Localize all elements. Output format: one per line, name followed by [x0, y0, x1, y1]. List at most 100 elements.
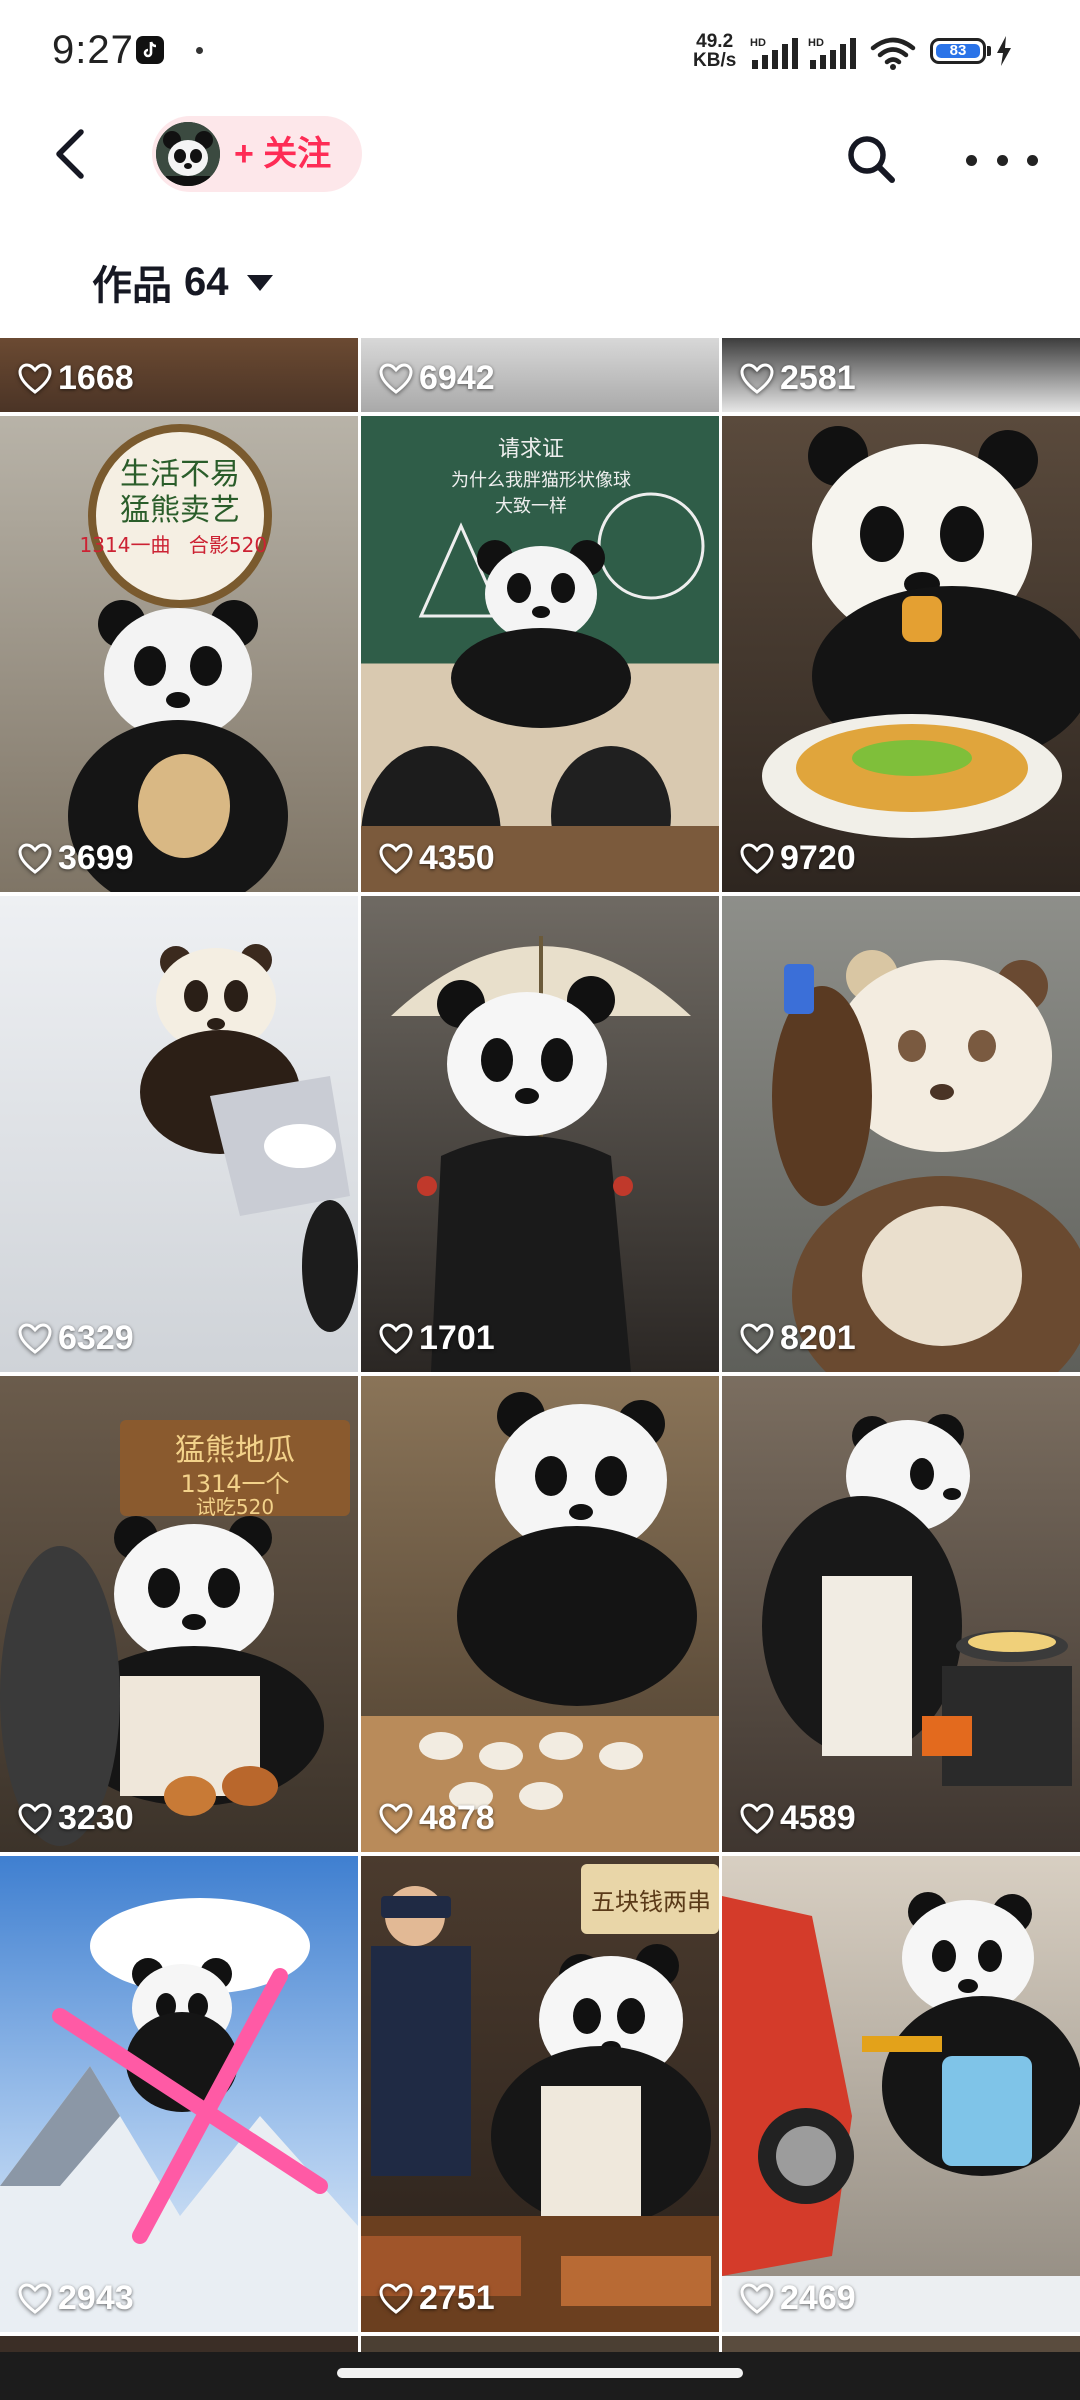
like-count-value: 2581 [780, 359, 856, 397]
heart-icon [740, 1802, 774, 1834]
network-speed: 49.2 KB/s [693, 32, 736, 70]
like-count: 2943 [18, 2279, 134, 2318]
heart-icon [18, 1802, 52, 1834]
network-speed-unit: KB/s [693, 50, 737, 71]
like-count-value: 2469 [780, 2279, 856, 2317]
works-count: 64 [184, 259, 229, 304]
video-tile[interactable]: 五块钱两串 2751 [361, 1856, 719, 2332]
like-count-value: 8201 [780, 1319, 856, 1357]
home-indicator[interactable] [337, 2368, 743, 2378]
sim2-label: HD [808, 37, 824, 49]
like-count-value: 6942 [419, 359, 495, 397]
like-count-value: 3230 [58, 1799, 134, 1837]
like-count: 9720 [740, 839, 856, 878]
like-count: 3230 [18, 1799, 134, 1838]
works-label: 作品 [92, 264, 172, 308]
video-tile[interactable]: 猛熊地瓜 1314一个 试吃520 3230 [0, 1376, 358, 1852]
board-text-line2: 为什么我胖猫形状像球 [451, 470, 631, 491]
status-bar: 9:27 49.2 KB/s HD HD 83 [0, 0, 1080, 100]
like-count: 4350 [379, 839, 495, 878]
like-count-value: 3699 [58, 839, 134, 877]
more-dot-icon [1027, 154, 1038, 166]
panda-dumplings-image [361, 1392, 719, 1852]
like-count: 6329 [18, 1319, 134, 1358]
like-count: 1668 [18, 359, 134, 398]
board-text-line1: 请求证 [498, 437, 564, 462]
signal-sim2-icon: HD [808, 37, 856, 69]
like-count: 2469 [740, 2279, 856, 2318]
panda-car-wash-image [722, 1892, 1080, 2332]
heart-icon [740, 2282, 774, 2314]
back-arrow-icon [56, 129, 84, 179]
more-options-button[interactable] [966, 128, 1038, 192]
like-count-value: 4878 [419, 1799, 495, 1837]
dropdown-caret-icon [246, 275, 273, 291]
panda-qipao-umbrella-image [391, 936, 691, 1372]
video-tile[interactable]: 6329 [0, 896, 358, 1372]
video-tile[interactable]: 1668 [0, 338, 358, 412]
heart-icon [18, 1322, 52, 1354]
panda-cooking-image [762, 1414, 1072, 1786]
video-tile[interactable]: 请求证 为什么我胖猫形状像球 大致一样 4350 [361, 416, 719, 892]
like-count-value: 1668 [58, 359, 134, 397]
top-navigation-bar: + 关注 [0, 100, 1080, 210]
heart-icon [18, 842, 52, 874]
like-count: 1701 [379, 1319, 495, 1358]
panda-sweet-potato-image: 猛熊地瓜 1314一个 试吃520 [0, 1420, 350, 1846]
like-count: 8201 [740, 1319, 856, 1358]
video-tile[interactable]: 2469 [722, 1856, 1080, 2332]
sign-text-line2: 猛熊卖艺 [120, 493, 240, 528]
follow-label: + 关注 [234, 135, 332, 173]
sign-text-line3: 1314一曲 [80, 533, 171, 557]
like-count-value: 6329 [58, 1319, 134, 1357]
panda-motorcycle-image [140, 944, 358, 1332]
video-tile[interactable]: 4878 [361, 1376, 719, 1852]
notification-dot-icon [196, 47, 203, 54]
panda-avatar-icon [156, 122, 220, 186]
like-count-value: 4350 [419, 839, 495, 877]
like-count: 4878 [379, 1799, 495, 1838]
video-tile[interactable]: 生活不易 猛熊卖艺 1314一曲 合影520 3699 [0, 416, 358, 892]
more-dot-icon [966, 154, 977, 166]
profile-works-page: 9:27 49.2 KB/s HD HD 83 + 关注 作品 64 1668 … [0, 0, 1080, 2400]
video-tile[interactable]: 4589 [722, 1376, 1080, 1852]
sign-text-line3: 试吃520 [196, 1495, 274, 1519]
like-count: 2581 [740, 359, 856, 398]
like-count-value: 4589 [780, 1799, 856, 1837]
battery-tip [987, 46, 991, 56]
more-dot-icon [996, 154, 1008, 166]
battery-icon: 83 [930, 38, 986, 64]
heart-icon [379, 1322, 413, 1354]
status-time: 9:27 [52, 28, 134, 72]
heart-icon [740, 362, 774, 394]
like-count-value: 1701 [419, 1319, 495, 1357]
sim1-label: HD [750, 37, 766, 49]
video-tile[interactable]: 8201 [722, 896, 1080, 1372]
search-button[interactable] [840, 128, 904, 192]
avatar[interactable] [156, 122, 220, 186]
panda-teacher-image: 请求证 为什么我胖猫形状像球 大致一样 [361, 437, 719, 892]
back-button[interactable] [40, 122, 100, 186]
panda-skiing-image [0, 1898, 358, 2332]
wifi-icon [870, 37, 916, 70]
sign-text-line1: 生活不易 [120, 457, 240, 492]
heart-icon [379, 2282, 413, 2314]
video-grid: 1668 6942 2581 生活不易 猛熊卖艺 1314一曲 合影520 36… [0, 338, 1080, 2368]
like-count-value: 2943 [58, 2279, 134, 2317]
sign-text-line4: 合影520 [189, 533, 267, 557]
follow-button[interactable]: + 关注 [152, 116, 362, 192]
board-text-line3: 大致一样 [495, 496, 567, 517]
search-icon [848, 136, 895, 183]
panda-phone-image [772, 950, 1080, 1372]
sign-text-line1: 猛熊地瓜 [175, 1433, 295, 1468]
video-tile[interactable]: 2943 [0, 1856, 358, 2332]
like-count-value: 9720 [780, 839, 856, 877]
sign-text-line2: 1314一个 [180, 1470, 289, 1498]
video-tile[interactable]: 1701 [361, 896, 719, 1372]
panda-skewers-image: 五块钱两串 [361, 1864, 719, 2332]
heart-icon [18, 2282, 52, 2314]
works-filter-dropdown[interactable]: 作品 64 [92, 250, 273, 314]
video-tile[interactable]: 9720 [722, 416, 1080, 892]
video-tile[interactable]: 2581 [722, 338, 1080, 412]
video-tile[interactable]: 6942 [361, 338, 719, 412]
